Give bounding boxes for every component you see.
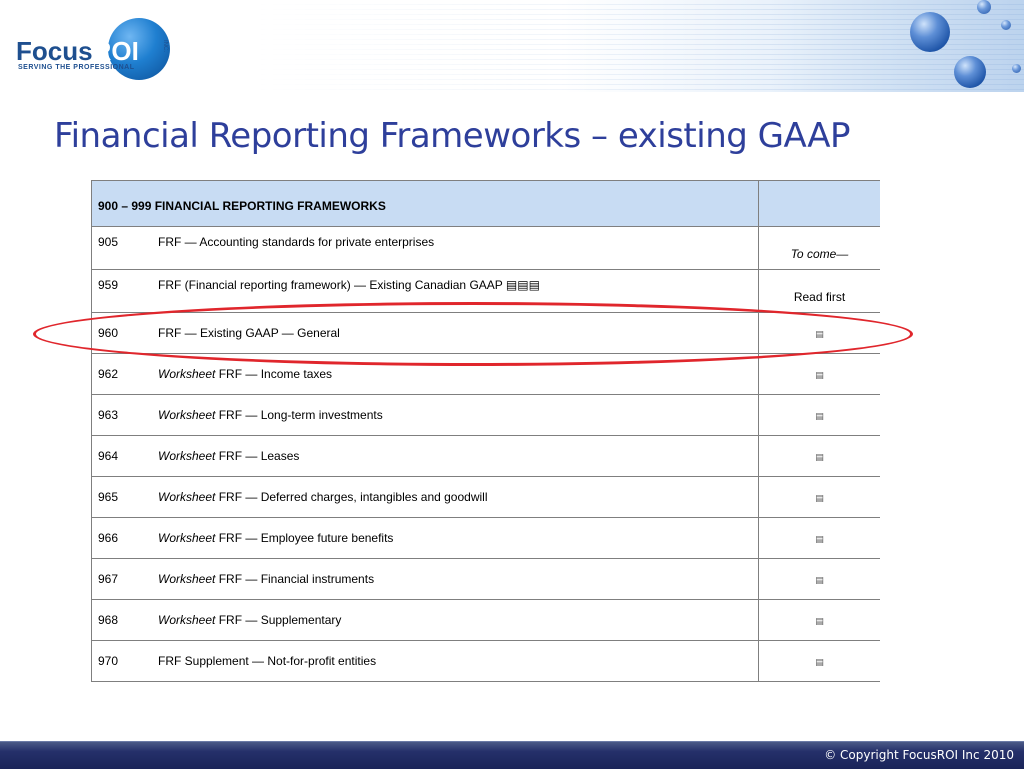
row-text: FRF — Employee future benefits bbox=[215, 531, 394, 545]
row-number: 962 bbox=[98, 367, 119, 381]
row-title: 970 FRF Supplement — Not-for-profit entit… bbox=[98, 654, 376, 668]
document-icon: ▤ bbox=[815, 617, 824, 627]
row-title: 964 Worksheet FRF — Leases bbox=[98, 449, 299, 463]
row-title: 967 Worksheet FRF — Financial instruments bbox=[98, 572, 374, 586]
row-status: To come— bbox=[790, 247, 849, 261]
row-title-cell: 970 FRF Supplement — Not-for-profit entit… bbox=[91, 640, 759, 682]
document-icon: ▤ bbox=[815, 576, 824, 586]
row-number: 959 bbox=[98, 278, 119, 292]
row-status-cell: ▤ bbox=[758, 394, 880, 436]
logo-word-focus: Focus bbox=[16, 36, 93, 66]
row-title-cell: 967 Worksheet FRF — Financial instruments bbox=[91, 558, 759, 600]
document-icon: ▤ bbox=[815, 412, 824, 422]
table-row: 970 FRF Supplement — Not-for-profit entit… bbox=[91, 640, 880, 682]
row-text: FRF — Financial instruments bbox=[215, 572, 375, 586]
row-number: 964 bbox=[98, 449, 119, 463]
row-prefix: Worksheet bbox=[158, 490, 216, 504]
footer-bar: © Copyright FocusROI Inc 2010 bbox=[0, 741, 1024, 769]
document-icon: ▤ bbox=[815, 371, 824, 381]
row-title: 963 Worksheet FRF — Long-term investments bbox=[98, 408, 383, 422]
row-prefix: Worksheet bbox=[158, 408, 216, 422]
row-title-cell: 964 Worksheet FRF — Leases bbox=[91, 435, 759, 477]
table-header-row: 900 – 999 FINANCIAL REPORTING FRAMEWORKS bbox=[91, 180, 880, 227]
row-prefix: Worksheet bbox=[158, 572, 216, 586]
table-header-side bbox=[758, 180, 880, 227]
highlight-ellipse bbox=[33, 302, 913, 366]
row-number: 970 bbox=[98, 654, 119, 668]
document-icon: ▤ bbox=[815, 453, 824, 463]
row-title-cell: 965 Worksheet FRF — Deferred charges, int… bbox=[91, 476, 759, 518]
row-title: 965 Worksheet FRF — Deferred charges, int… bbox=[98, 490, 488, 504]
row-status-cell: Read first bbox=[758, 269, 880, 313]
table-row: 963 Worksheet FRF — Long-term investments… bbox=[91, 394, 880, 436]
row-title: 962 Worksheet FRF — Income taxes bbox=[98, 367, 332, 381]
row-title-cell: 968 Worksheet FRF — Supplementary bbox=[91, 599, 759, 641]
row-number: 963 bbox=[98, 408, 119, 422]
row-prefix: Worksheet bbox=[158, 531, 216, 545]
copyright-text: © Copyright FocusROI Inc 2010 bbox=[824, 748, 1014, 762]
decorative-sphere bbox=[1001, 20, 1011, 30]
row-text: FRF (Financial reporting framework) — Ex… bbox=[158, 278, 540, 292]
logo-inc: INC. bbox=[162, 40, 168, 52]
logo-wordmark: FocusROI bbox=[16, 36, 139, 67]
table-row: 968 Worksheet FRF — Supplementary ▤ bbox=[91, 599, 880, 641]
row-text: FRF — Income taxes bbox=[215, 367, 333, 381]
table-row: 967 Worksheet FRF — Financial instruments… bbox=[91, 558, 880, 600]
table-row: 965 Worksheet FRF — Deferred charges, int… bbox=[91, 476, 880, 518]
row-number: 905 bbox=[98, 235, 119, 249]
row-text: FRF — Accounting standards for private e… bbox=[158, 235, 435, 249]
row-number: 967 bbox=[98, 572, 119, 586]
page-title: Financial Reporting Frameworks – existin… bbox=[54, 116, 850, 156]
row-status-cell: ▤ bbox=[758, 435, 880, 477]
row-text: FRF — Long-term investments bbox=[215, 408, 383, 422]
row-prefix: Worksheet bbox=[158, 449, 216, 463]
decorative-sphere bbox=[910, 12, 950, 52]
row-text: FRF Supplement — Not-for-profit entities bbox=[158, 654, 377, 668]
table-header-label: 900 – 999 FINANCIAL REPORTING FRAMEWORKS bbox=[91, 180, 759, 227]
row-status-cell: To come— bbox=[758, 226, 880, 270]
row-title-cell: 963 Worksheet FRF — Long-term investments bbox=[91, 394, 759, 436]
row-title-cell: 905 FRF — Accounting standards for privat… bbox=[91, 226, 759, 270]
table-row: 964 Worksheet FRF — Leases ▤ bbox=[91, 435, 880, 477]
logo-tagline: SERVING THE PROFESSIONAL bbox=[18, 64, 135, 71]
table-row: 966 Worksheet FRF — Employee future benef… bbox=[91, 517, 880, 559]
row-status: Read first bbox=[793, 290, 846, 304]
row-title: 905 FRF — Accounting standards for privat… bbox=[98, 235, 758, 249]
row-status-cell: ▤ bbox=[758, 517, 880, 559]
focusroi-logo: FocusROI SERVING THE PROFESSIONAL INC. bbox=[14, 18, 170, 80]
row-number: 966 bbox=[98, 531, 119, 545]
row-status-cell: ▤ bbox=[758, 476, 880, 518]
row-prefix: Worksheet bbox=[158, 367, 216, 381]
row-title: 959 FRF (Financial reporting framework) —… bbox=[98, 278, 758, 292]
row-number: 968 bbox=[98, 613, 119, 627]
document-icon: ▤ bbox=[815, 658, 824, 668]
row-title: 966 Worksheet FRF — Employee future benef… bbox=[98, 531, 393, 545]
frameworks-table-body: 900 – 999 FINANCIAL REPORTING FRAMEWORKS… bbox=[91, 180, 880, 682]
decorative-sphere bbox=[1012, 64, 1021, 73]
row-title-cell: 966 Worksheet FRF — Employee future benef… bbox=[91, 517, 759, 559]
row-text: FRF — Leases bbox=[215, 449, 300, 463]
row-prefix: Worksheet bbox=[158, 613, 216, 627]
decorative-sphere bbox=[977, 0, 991, 14]
row-status-cell: ▤ bbox=[758, 599, 880, 641]
row-status-cell: ▤ bbox=[758, 640, 880, 682]
document-icon: ▤ bbox=[815, 494, 824, 504]
row-text: FRF — Supplementary bbox=[215, 613, 342, 627]
row-text: FRF — Deferred charges, intangibles and … bbox=[215, 490, 488, 504]
document-icon: ▤ bbox=[815, 535, 824, 545]
frameworks-table: 900 – 999 FINANCIAL REPORTING FRAMEWORKS… bbox=[91, 180, 880, 682]
decorative-sphere bbox=[954, 56, 986, 88]
row-status-cell: ▤ bbox=[758, 558, 880, 600]
logo-word-roi: ROI bbox=[92, 36, 139, 66]
row-status-cell: ▤ bbox=[758, 353, 880, 395]
row-number: 965 bbox=[98, 490, 119, 504]
table-row: 905 FRF — Accounting standards for privat… bbox=[91, 226, 880, 270]
row-title: 968 Worksheet FRF — Supplementary bbox=[98, 613, 341, 627]
